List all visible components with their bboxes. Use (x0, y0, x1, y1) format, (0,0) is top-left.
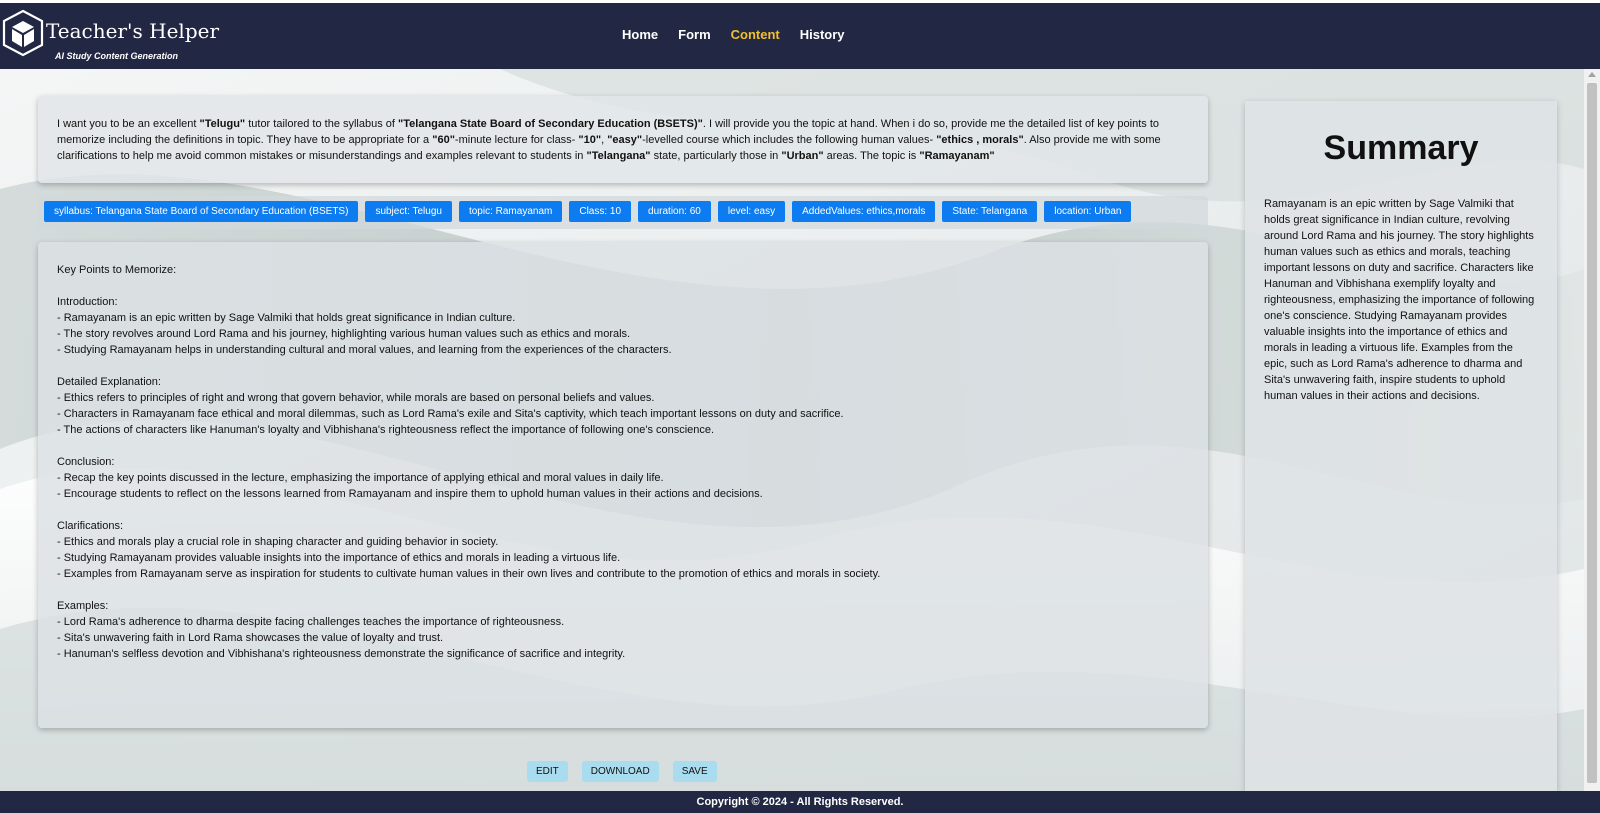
tag-added-values[interactable]: AddedValues: ethics,morals (792, 201, 936, 222)
prompt-emphasis: "Ramayanam" (919, 150, 995, 162)
generated-content[interactable]: Key Points to Memorize: Introduction: - Ra… (38, 242, 1208, 728)
content-line: Detailed Explanation: (57, 376, 161, 388)
edit-button[interactable]: EDIT (527, 761, 568, 782)
main-nav: Home Form Content History (622, 27, 865, 42)
prompt-segment: -levelled course which includes the foll… (642, 134, 937, 146)
tag-syllabus[interactable]: syllabus: Telangana State Board of Secon… (44, 201, 359, 222)
cube-logo-icon (2, 9, 44, 57)
footer: Copyright © 2024 - All Rights Reserved. (0, 791, 1600, 813)
tag-subject[interactable]: subject: Telugu (365, 201, 452, 222)
navbar: Teacher's Helper AI Study Content Genera… (0, 3, 1600, 69)
tag-topic[interactable]: topic: Ramayanam (458, 201, 563, 222)
page-scrollbar[interactable] (1584, 69, 1600, 791)
content-line (57, 582, 1189, 598)
nav-content[interactable]: Content (731, 27, 780, 42)
download-button[interactable]: DOWNLOAD (581, 761, 659, 782)
nav-home[interactable]: Home (622, 27, 658, 42)
prompt-emphasis: "Urban" (781, 150, 824, 162)
prompt-emphasis: "Telangana" (586, 150, 651, 162)
prompt-text: I want you to be an excellent "Telugu" t… (57, 116, 1188, 164)
scroll-up-arrow-icon[interactable] (1588, 72, 1596, 77)
logo-title: Teacher's Helper (46, 19, 220, 43)
content-line: Introduction: (57, 296, 118, 308)
summary-text: Ramayanam is an epic written by Sage Val… (1264, 198, 1535, 402)
summary-title: Summary (1323, 129, 1479, 167)
prompt-emphasis: "Telangana State Board of Secondary Educ… (398, 118, 703, 130)
content-line: - Ethics refers to principles of right a… (57, 392, 655, 404)
action-buttons: EDIT DOWNLOAD SAVE (527, 761, 731, 782)
prompt-emphasis: "60" (432, 134, 455, 146)
summary-panel: Summary Ramayanam is an epic written by … (1245, 101, 1557, 791)
content-line: - Recap the key points discussed in the … (57, 472, 664, 484)
content-line: - Studying Ramayanam provides valuable i… (57, 552, 621, 564)
content-line (57, 278, 1189, 294)
content-line: - Examples from Ramayanam serve as inspi… (57, 568, 881, 580)
content-line: - Encourage students to reflect on the l… (57, 488, 763, 500)
content-line (57, 502, 1189, 518)
nav-form[interactable]: Form (678, 27, 711, 42)
tag-location[interactable]: location: Urban (1044, 201, 1132, 222)
nav-history[interactable]: History (800, 27, 845, 42)
prompt-emphasis: "ethics , morals" (936, 134, 1024, 146)
prompt-segment: tutor tailored to the syllabus of (245, 118, 399, 130)
prompt-segment: -minute lecture for class- (454, 134, 579, 146)
content-line: Examples: (57, 600, 109, 612)
prompt-emphasis: "Telugu" (199, 118, 246, 130)
logo-subtitle: AI Study Content Generation (55, 51, 179, 61)
prompt-segment: state, particularly those in (650, 150, 782, 162)
tag-level[interactable]: level: easy (717, 201, 786, 222)
content-line: - Studying Ramayanam helps in understand… (57, 344, 672, 356)
tag-state[interactable]: State: Telangana (942, 201, 1038, 222)
content-line: - Hanuman's selfless devotion and Vibhis… (57, 648, 626, 660)
content-line (57, 358, 1189, 374)
content-line (57, 438, 1189, 454)
prompt-emphasis: "easy" (607, 134, 643, 146)
save-button[interactable]: SAVE (672, 761, 717, 782)
scrollbar-thumb[interactable] (1587, 83, 1597, 783)
tag-class[interactable]: Class: 10 (569, 201, 632, 222)
content-line: - Ramayanam is an epic written by Sage V… (57, 312, 516, 324)
content-line: - Lord Rama's adherence to dharma despit… (57, 616, 565, 628)
prompt-segment: I want you to be an excellent (57, 118, 200, 130)
tags-bar: syllabus: Telangana State Board of Secon… (38, 196, 1208, 229)
content-line: - The story revolves around Lord Rama an… (57, 328, 631, 340)
prompt-segment: areas. The topic is (823, 150, 920, 162)
content-line: Clarifications: (57, 520, 124, 532)
prompt-card: I want you to be an excellent "Telugu" t… (38, 96, 1208, 183)
tag-duration[interactable]: duration: 60 (638, 201, 711, 222)
logo[interactable]: Teacher's Helper AI Study Content Genera… (2, 7, 219, 67)
content-line: - The actions of characters like Hanuman… (57, 424, 715, 436)
content-line: Key Points to Memorize: (57, 264, 177, 276)
content-line: - Ethics and morals play a crucial role … (57, 536, 499, 548)
content-line: - Characters in Ramayanam face ethical a… (57, 408, 844, 420)
content-line: - Sita's unwavering faith in Lord Rama s… (57, 632, 444, 644)
prompt-emphasis: "10" (578, 134, 602, 146)
content-line: Conclusion: (57, 456, 115, 468)
